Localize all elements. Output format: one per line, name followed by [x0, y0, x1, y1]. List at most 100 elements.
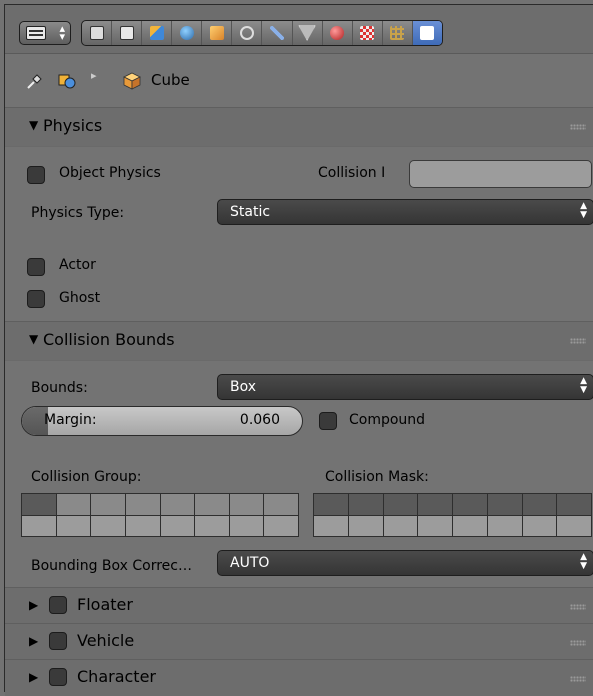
- collision-mask-layer[interactable]: [314, 494, 348, 515]
- collision-mask-layer[interactable]: [453, 515, 487, 536]
- compound-label: Compound: [349, 412, 426, 428]
- collision-mask-layer[interactable]: [418, 515, 452, 536]
- object-icon: [209, 26, 224, 40]
- expand-triangle-icon: ▶: [29, 634, 39, 648]
- modifiers-icon: [270, 26, 284, 40]
- collision-mask-layer[interactable]: [557, 515, 591, 536]
- tab-object[interactable]: [202, 21, 233, 45]
- margin-slider[interactable]: Margin: 0.060: [21, 406, 303, 436]
- floater-checkbox[interactable]: [49, 596, 67, 614]
- drag-grip-icon[interactable]: [570, 338, 586, 344]
- collision-mask-layer[interactable]: [348, 494, 383, 515]
- constraints-icon: [239, 26, 254, 40]
- panel-title: Character: [77, 667, 156, 686]
- object-physics-checkbox[interactable]: [27, 166, 45, 184]
- collision-label: Collision I: [318, 165, 386, 181]
- collision-mask-layer[interactable]: [487, 494, 522, 515]
- collision-group-layer[interactable]: [56, 515, 91, 536]
- bounds-value: Box: [230, 379, 257, 395]
- editor-type-menu[interactable]: ▴ ▾: [19, 21, 71, 45]
- physics-icon: [420, 26, 435, 40]
- particles-icon: [390, 26, 405, 40]
- collision-group-layer[interactable]: [264, 515, 298, 536]
- collision-bounds-panel-header[interactable]: ▼ Collision Bounds: [5, 322, 593, 361]
- updown-arrows-icon: ▲ ▼: [580, 201, 587, 220]
- collision-mask-layer[interactable]: [383, 515, 418, 536]
- collision-group-layer[interactable]: [91, 494, 125, 515]
- collision-group-grid: [21, 493, 299, 537]
- margin-value: 0.060: [239, 412, 280, 428]
- bbox-correction-dropdown[interactable]: AUTO ▲ ▼: [217, 550, 593, 576]
- collision-group-layer[interactable]: [160, 515, 195, 536]
- data-icon: [298, 25, 317, 41]
- character-panel-header[interactable]: ▶ Character: [5, 659, 593, 696]
- bounds-dropdown[interactable]: Box ▲ ▼: [217, 374, 593, 400]
- tab-material[interactable]: [323, 21, 353, 45]
- tab-scene[interactable]: [142, 21, 173, 45]
- collision-mask-layer[interactable]: [522, 494, 557, 515]
- collision-group-layer[interactable]: [22, 515, 56, 536]
- tab-particles[interactable]: [383, 21, 413, 45]
- compound-checkbox[interactable]: [319, 412, 337, 430]
- collision-mask-layer[interactable]: [348, 515, 383, 536]
- actor-checkbox[interactable]: [27, 258, 45, 276]
- collision-group-layer[interactable]: [160, 494, 195, 515]
- collision-mask-label: Collision Mask:: [325, 469, 429, 485]
- collision-mask-layer[interactable]: [487, 515, 522, 536]
- collision-group-layer[interactable]: [56, 494, 91, 515]
- tab-modifiers[interactable]: [262, 21, 293, 45]
- collision-mask-grid: [313, 493, 592, 537]
- collision-group-layer[interactable]: [91, 515, 125, 536]
- physics-type-dropdown[interactable]: Static ▲ ▼: [217, 199, 593, 225]
- collision-mask-layer[interactable]: [522, 515, 557, 536]
- physics-type-label: Physics Type:: [31, 205, 125, 221]
- collision-group-layer[interactable]: [195, 515, 229, 536]
- drag-grip-icon[interactable]: [570, 604, 586, 610]
- collision-group-layer[interactable]: [22, 494, 56, 515]
- material-icon: [330, 26, 345, 40]
- collision-mask-layer[interactable]: [557, 494, 591, 515]
- collision-group-layer[interactable]: [229, 494, 264, 515]
- properties-editor-icon: [26, 26, 46, 40]
- collapse-triangle-icon: ▼: [29, 118, 39, 132]
- expand-triangle-icon: ▶: [29, 670, 39, 684]
- render-layers-icon: [119, 26, 134, 40]
- floater-panel-header[interactable]: ▶ Floater: [5, 587, 593, 624]
- collision-mask-layer[interactable]: [453, 494, 487, 515]
- collision-group-layer[interactable]: [125, 494, 160, 515]
- pin-icon[interactable]: [25, 71, 45, 91]
- collision-group-layer[interactable]: [264, 494, 298, 515]
- drag-grip-icon[interactable]: [570, 124, 586, 130]
- vehicle-panel-header[interactable]: ▶ Vehicle: [5, 623, 593, 660]
- physics-panel-header[interactable]: ▼ Physics: [5, 108, 593, 147]
- texture-icon: [360, 26, 375, 40]
- collision-group-layer[interactable]: [195, 494, 229, 515]
- bbox-correction-value: AUTO: [230, 555, 270, 571]
- world-icon: [179, 26, 194, 40]
- tab-texture[interactable]: [353, 21, 383, 45]
- collision-group-layer[interactable]: [125, 515, 160, 536]
- collision-field[interactable]: [409, 160, 592, 188]
- collision-group-layer[interactable]: [229, 515, 264, 536]
- collision-mask-layer[interactable]: [383, 494, 418, 515]
- tab-physics[interactable]: [412, 21, 442, 45]
- drag-grip-icon[interactable]: [570, 640, 586, 646]
- tab-render[interactable]: [82, 21, 113, 45]
- chevron-right-icon: ▸: [91, 69, 97, 82]
- tab-data[interactable]: [293, 21, 323, 45]
- drag-grip-icon[interactable]: [570, 676, 586, 682]
- bbox-correction-label: Bounding Box Correc…: [31, 558, 192, 574]
- character-checkbox[interactable]: [49, 668, 67, 686]
- tab-render-layers[interactable]: [112, 21, 143, 45]
- panel-title: Collision Bounds: [43, 330, 175, 349]
- collision-mask-layer[interactable]: [418, 494, 452, 515]
- margin-label: Margin:: [44, 412, 97, 428]
- tab-constraints[interactable]: [232, 21, 263, 45]
- collision-mask-layer[interactable]: [314, 515, 348, 536]
- updown-arrows-icon: ▴ ▾: [59, 22, 65, 43]
- tab-world[interactable]: [172, 21, 203, 45]
- collision-group-label: Collision Group:: [31, 469, 142, 485]
- ghost-checkbox[interactable]: [27, 290, 45, 308]
- vehicle-checkbox[interactable]: [49, 632, 67, 650]
- panel-title: Vehicle: [77, 631, 135, 650]
